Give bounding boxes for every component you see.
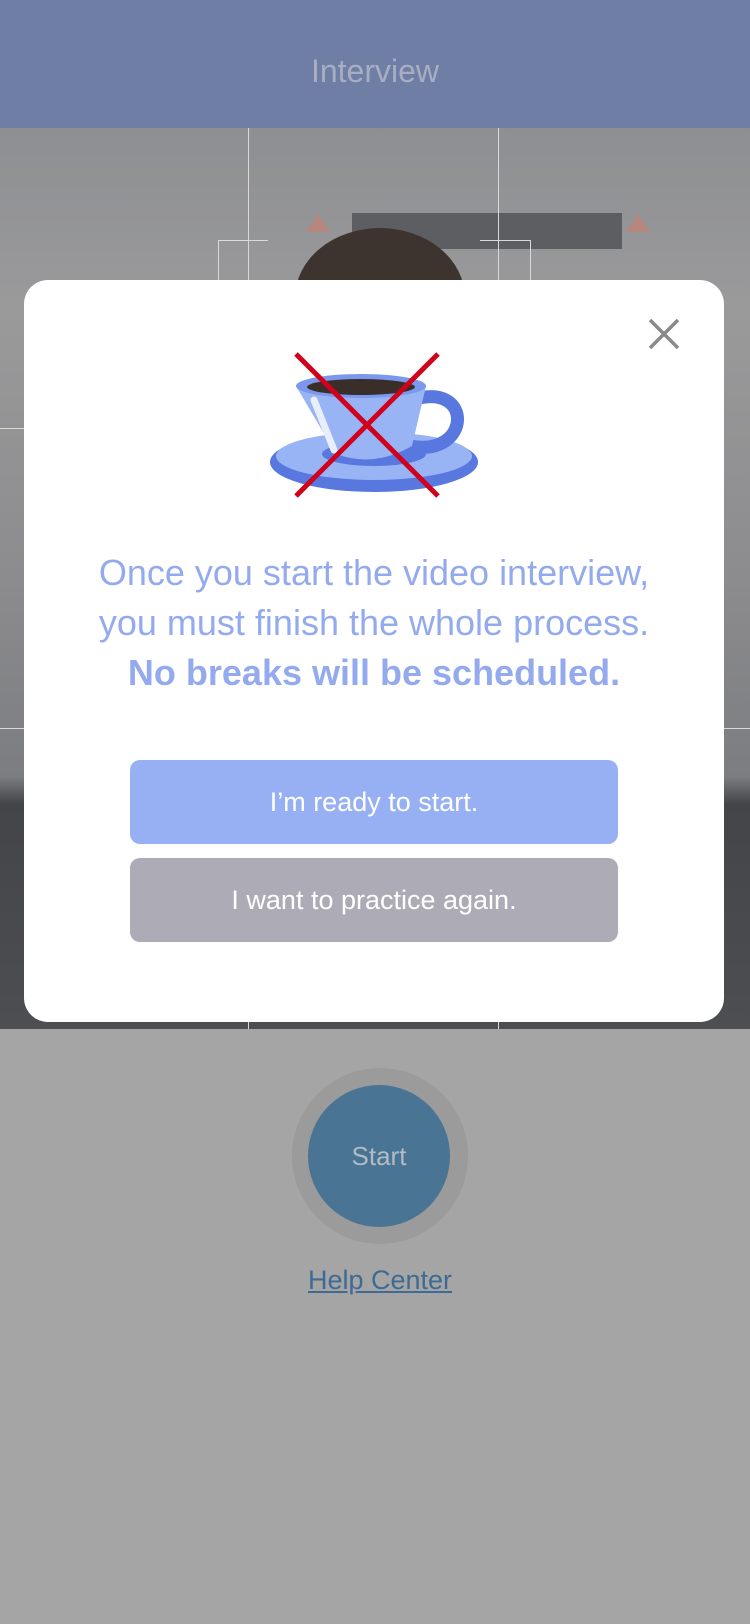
face-guide-line — [530, 240, 531, 280]
header-bar: Interview — [0, 0, 750, 128]
face-guide-line — [724, 728, 750, 729]
help-center-link[interactable]: Help Center — [0, 1265, 750, 1296]
face-guide-line — [0, 728, 24, 729]
dialog-message-line: you must finish the whole process. — [98, 602, 650, 643]
start-button[interactable]: Start — [308, 1085, 450, 1227]
face-guide-line — [218, 240, 219, 280]
background-lamp — [306, 214, 330, 232]
dialog-message-line: Once you start the video interview, — [98, 552, 650, 593]
page-title: Interview — [310, 52, 440, 89]
face-guide-line — [480, 240, 530, 241]
practice-again-button[interactable]: I want to practice again. — [130, 858, 618, 942]
dialog-warning: No breaks will be scheduled. — [127, 652, 621, 693]
no-breaks-dialog: Once you start the video interview, you … — [24, 280, 724, 1022]
close-icon — [648, 318, 680, 350]
no-coffee-break-icon — [270, 352, 478, 498]
face-guide-line — [218, 240, 268, 241]
background-lamp — [626, 214, 650, 232]
close-button[interactable] — [642, 312, 686, 356]
dialog-message: Once you start the video interview, you … — [44, 548, 704, 698]
face-guide-line — [0, 428, 24, 429]
ready-to-start-button[interactable]: I’m ready to start. — [130, 760, 618, 844]
